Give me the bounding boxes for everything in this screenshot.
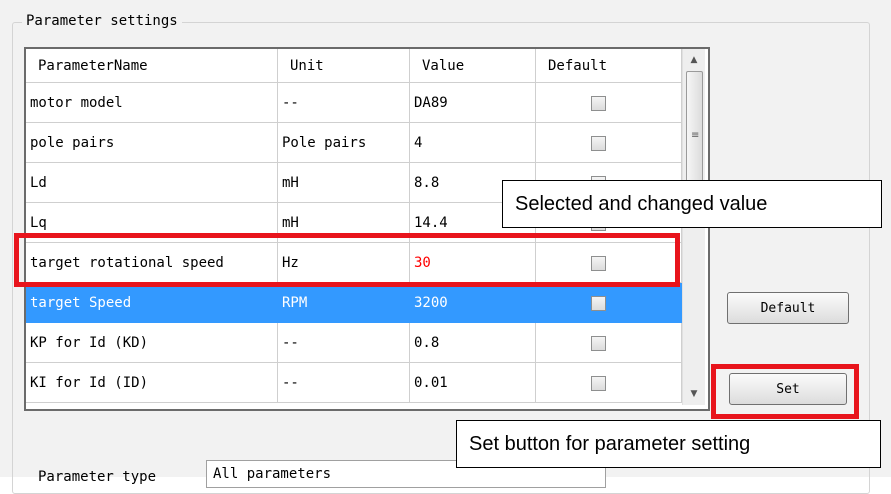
parameter-name-cell: KP for Id (KD): [26, 323, 278, 363]
table-row[interactable]: KI for Id (ID) -- 0.01: [26, 363, 682, 403]
default-button[interactable]: Default: [727, 292, 849, 324]
value-cell[interactable]: 3200: [410, 283, 536, 323]
column-header-default[interactable]: Default: [536, 49, 682, 83]
value-cell[interactable]: 0.01: [410, 363, 536, 403]
parameter-name-cell: KI for Id (ID): [26, 363, 278, 403]
default-checkbox[interactable]: [591, 376, 606, 391]
table-row[interactable]: pole pairs Pole pairs 4: [26, 123, 682, 163]
table-row[interactable]: KP for Id (KD) -- 0.8: [26, 323, 682, 363]
default-checkbox[interactable]: [591, 96, 606, 111]
default-checkbox[interactable]: [591, 136, 606, 151]
value-cell[interactable]: DA89: [410, 83, 536, 123]
unit-cell: --: [278, 363, 410, 403]
table-header: ParameterName Unit Value Default: [26, 49, 682, 83]
default-cell: [536, 123, 682, 163]
default-cell: [536, 283, 682, 323]
table-row[interactable]: motor model -- DA89: [26, 83, 682, 123]
parameter-table: ParameterName Unit Value Default motor m…: [24, 47, 710, 411]
group-title: Parameter settings: [22, 11, 182, 31]
unit-cell: --: [278, 323, 410, 363]
unit-cell: Pole pairs: [278, 123, 410, 163]
callout-changed-value: Selected and changed value: [502, 180, 882, 228]
default-cell: [536, 363, 682, 403]
default-checkbox[interactable]: [591, 296, 606, 311]
highlight-changed-row: [14, 233, 680, 287]
parameter-name-cell: target Speed: [26, 283, 278, 323]
grip-lines-icon: ≡: [691, 130, 700, 141]
column-header-parametername[interactable]: ParameterName: [26, 49, 278, 83]
parameter-settings-panel: Parameter settings ParameterName Unit Va…: [0, 0, 891, 494]
unit-cell: RPM: [278, 283, 410, 323]
scroll-up-icon[interactable]: ▲: [683, 49, 705, 71]
parameter-type-label: Parameter type: [38, 469, 157, 485]
value-cell[interactable]: 4: [410, 123, 536, 163]
parameter-name-cell: motor model: [26, 83, 278, 123]
selected-table-row[interactable]: target Speed RPM 3200: [26, 283, 682, 323]
default-checkbox[interactable]: [591, 336, 606, 351]
default-cell: [536, 323, 682, 363]
unit-cell: mH: [278, 163, 410, 203]
callout-set-button: Set button for parameter setting: [456, 420, 881, 468]
parameter-name-cell: Ld: [26, 163, 278, 203]
value-cell[interactable]: 0.8: [410, 323, 536, 363]
column-header-unit[interactable]: Unit: [278, 49, 410, 83]
unit-cell: --: [278, 83, 410, 123]
column-header-value[interactable]: Value: [410, 49, 536, 83]
default-cell: [536, 83, 682, 123]
parameter-name-cell: pole pairs: [26, 123, 278, 163]
set-button[interactable]: Set: [729, 373, 847, 405]
scroll-down-icon[interactable]: ▼: [683, 383, 705, 405]
